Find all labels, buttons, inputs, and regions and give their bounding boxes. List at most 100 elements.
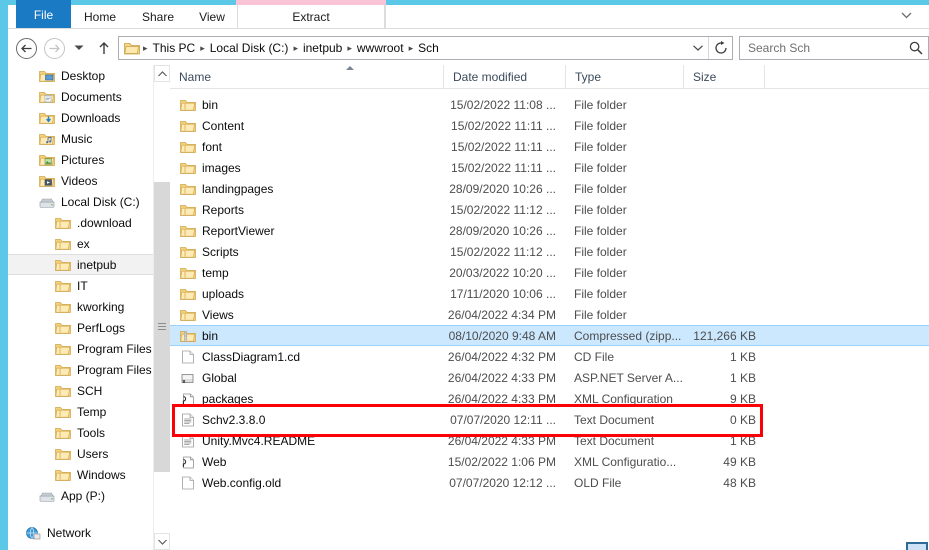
scrollbar-thumb[interactable] [154,182,170,472]
sidebar-item-music[interactable]: Music [8,128,169,149]
tab-home[interactable]: Home [71,5,129,29]
sidebar-item-kworking[interactable]: kworking [8,296,169,317]
breadcrumb-this-pc[interactable]: This PC [150,41,199,55]
navigation-bar: ▸ This PC ▸ Local Disk (C:) ▸ inetpub ▸ … [8,33,929,63]
sidebar-item-label: App (P:) [61,488,106,503]
table-row[interactable]: packages 26/04/2022 4:33 PM XML Configurat… [170,388,929,409]
file-name-label: temp [202,265,229,280]
table-row[interactable]: Web 15/02/2022 1:06 PM XML Configuratio...… [170,451,929,472]
column-header-size[interactable]: Size [684,65,765,89]
file-type-cell: Compressed (zipp... [574,328,682,343]
breadcrumb-separator[interactable]: ▸ [198,43,207,54]
table-row[interactable]: Web.config.old 07/07/2020 12:12 ... OLD Fi… [170,472,929,493]
table-row[interactable]: images 15/02/2022 11:11 ... File folder [170,157,929,178]
table-row[interactable]: font 15/02/2022 11:11 ... File folder [170,136,929,157]
sidebar-item-program-files[interactable]: Program Files [8,338,169,359]
table-row[interactable]: ReportViewer 28/09/2020 10:26 ... File fol… [170,220,929,241]
table-row[interactable]: Unity.Mvc4.README 26/04/2022 4:33 PM Text … [170,430,929,451]
sidebar-item-tools[interactable]: Tools [8,422,169,443]
sidebar-item-it[interactable]: IT [8,275,169,296]
table-row[interactable]: temp 20/03/2022 10:20 ... File folder [170,262,929,283]
sidebar-item-label: Videos [61,173,98,188]
file-type-cell: ASP.NET Server A... [574,370,683,385]
tab-share[interactable]: Share [129,5,187,29]
table-row[interactable]: Content 15/02/2022 11:11 ... File folder [170,115,929,136]
refresh-icon[interactable] [708,37,732,59]
breadcrumb-wwwroot[interactable]: wwwroot [354,41,407,55]
breadcrumb-separator[interactable]: ▸ [141,43,150,54]
recent-locations-button[interactable] [70,36,88,60]
column-header-type[interactable]: Type [566,65,684,89]
sidebar-item-videos[interactable]: Videos [8,170,169,191]
column-header-type-label: Type [575,70,602,84]
chevron-down-icon [74,45,84,51]
sidebar-item-documents[interactable]: Documents [8,86,169,107]
table-row[interactable]: Reports 15/02/2022 11:12 ... File folder [170,199,929,220]
view-mode-button[interactable] [906,542,928,550]
sidebar-item-temp[interactable]: Temp [8,401,169,422]
search-input[interactable]: Search Sch [740,41,904,55]
sidebar-item-pictures[interactable]: Pictures [8,149,169,170]
sidebar-item-sch[interactable]: SCH [8,380,169,401]
sidebar-item-program-files[interactable]: Program Files ( [8,359,169,380]
file-name-label: images [202,160,241,175]
sidebar-item-users[interactable]: Users [8,443,169,464]
sidebar-item-inetpub[interactable]: inetpub [8,254,169,275]
search-box[interactable]: Search Sch [739,36,929,60]
column-header-row: Name Date modified Type Size [170,65,929,89]
folder-icon [179,286,196,302]
sidebar-item-downloads[interactable]: Downloads [8,107,169,128]
file-date-cell: 28/09/2020 10:26 ... [449,223,556,238]
sidebar-item-local-disk-c[interactable]: Local Disk (C:) [8,191,169,212]
magnifier-icon[interactable] [904,41,928,55]
breadcrumb-local-disk[interactable]: Local Disk (C:) [207,41,292,55]
table-row[interactable]: bin 15/02/2022 11:08 ... File folder [170,94,929,115]
up-button[interactable] [92,36,116,60]
breadcrumb-separator[interactable]: ▸ [345,43,354,54]
breadcrumb-sch[interactable]: Sch [415,41,442,55]
column-header-name[interactable]: Name [170,65,444,89]
back-button[interactable] [14,36,38,60]
table-row[interactable]: landingpages 28/09/2020 10:26 ... File fol… [170,178,929,199]
table-row[interactable]: ClassDiagram1.cd 26/04/2022 4:32 PM CD Fil… [170,346,929,367]
table-row[interactable]: bin 08/10/2020 9:48 AM Compressed (zipp...… [170,325,929,346]
breadcrumb-inetpub[interactable]: inetpub [300,41,345,55]
breadcrumb-separator[interactable]: ▸ [407,43,416,54]
table-row[interactable]: uploads 17/11/2020 10:06 ... File folder [170,283,929,304]
chevron-down-icon[interactable] [897,8,915,22]
sidebar-item-windows[interactable]: Windows [8,464,169,485]
table-row[interactable]: Scripts 15/02/2022 11:12 ... File folder [170,241,929,262]
table-row[interactable]: Views 26/04/2022 4:34 PM File folder [170,304,929,325]
file-name-label: bin [202,97,219,112]
file-name-cell: Unity.Mvc4.README [170,433,444,449]
sidebar-item-perflogs[interactable]: PerfLogs [8,317,169,338]
sidebar-item-ex[interactable]: ex [8,233,169,254]
sidebar-item-download[interactable]: .download [8,212,169,233]
navigation-pane-scrollbar[interactable] [153,65,170,550]
scrollbar-track[interactable] [154,82,170,533]
table-row[interactable]: Global 26/04/2022 4:33 PM ASP.NET Server A… [170,367,929,388]
folder-icon [54,383,72,399]
navigation-tree: Desktop Documents Downloads Music Pictures Vi… [8,65,169,543]
column-header-date-modified[interactable]: Date modified [444,65,566,89]
text-file-icon [179,412,196,428]
scroll-down-button[interactable] [154,533,170,550]
forward-button[interactable] [42,36,66,60]
forward-arrow-icon [43,37,65,59]
table-row[interactable]: Schv2.3.8.0 07/07/2020 12:11 ... Text Docu… [170,409,929,430]
tab-file[interactable]: File [16,0,71,29]
blank-file-icon [179,475,196,491]
folder-icon [179,139,196,155]
sidebar-item-app-p[interactable]: App (P:) [8,485,169,506]
sidebar-item-label: inetpub [77,257,117,272]
breadcrumb-separator[interactable]: ▸ [291,43,300,54]
sidebar-item-desktop[interactable]: Desktop [8,65,169,86]
folder-icon [54,467,72,483]
scroll-up-button[interactable] [154,65,170,82]
sidebar-item-label: Temp [77,404,107,419]
sidebar-item-network[interactable]: Network [8,522,169,543]
address-bar[interactable]: ▸ This PC ▸ Local Disk (C:) ▸ inetpub ▸ … [118,36,733,60]
address-dropdown-icon[interactable] [688,45,708,51]
tab-extract[interactable]: Extract [237,5,385,29]
tab-view[interactable]: View [187,5,237,29]
